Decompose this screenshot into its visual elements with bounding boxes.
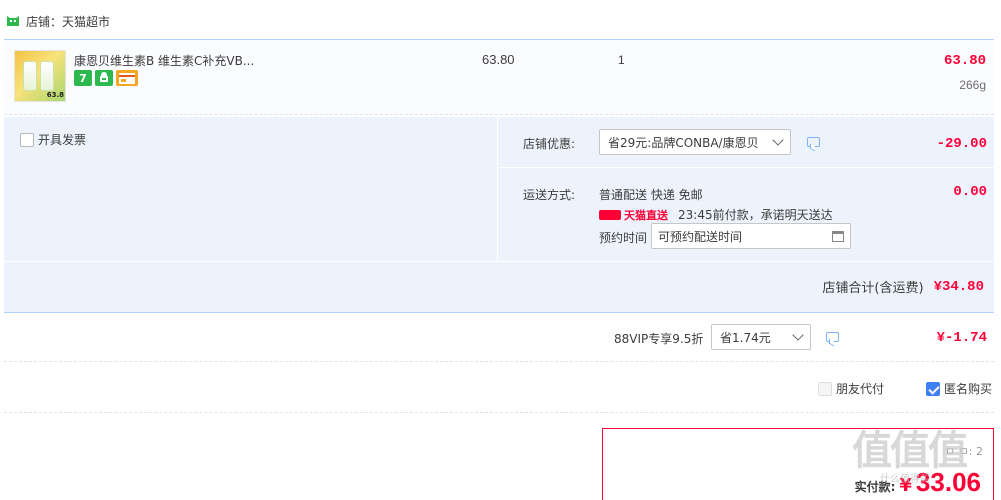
anonymous-checkbox[interactable] (926, 381, 940, 396)
shop-total-amount: ¥34.80 (933, 278, 984, 295)
unit-price: 63.80 (482, 52, 515, 67)
chevron-down-icon (792, 329, 804, 341)
shop-header: 店铺：天猫超市 (6, 12, 110, 30)
item-weight: 266g (959, 78, 986, 92)
invoice-section: 开具发票 (4, 117, 498, 261)
reserve-time-label: 预约时间 (599, 231, 648, 245)
invoice-label: 开具发票 (38, 133, 87, 147)
vip-discount-value: 省1.74元 (720, 330, 771, 345)
invoice-checkbox[interactable] (20, 132, 34, 147)
delivery-promise: 23:45前付款，承诺明天送达 (678, 208, 833, 222)
anonymous-toggle[interactable]: 匿名购买 (926, 380, 992, 397)
cart-item-row: 63.8 康恩贝维生素B 维生素C补充VB... 7 63.80 1 63.80… (4, 39, 994, 115)
reserve-time-placeholder: 可预约配送时间 (658, 229, 743, 244)
order-options-panel: 开具发票 店铺优惠: 省29元:品牌CONBA/康恩贝 -29.00 运送方式:… (4, 117, 994, 313)
android-icon[interactable] (95, 70, 113, 86)
product-thumbnail[interactable]: 63.8 (14, 50, 66, 102)
card-icon[interactable] (116, 70, 138, 86)
delivery-amount: 0.00 (953, 184, 987, 200)
shop-name[interactable]: 店铺：天猫超市 (26, 13, 110, 30)
invoice-toggle[interactable]: 开具发票 (20, 131, 86, 148)
shop-total-row: 店铺合计(含运费) ¥34.80 (822, 277, 984, 297)
message-icon[interactable] (807, 137, 820, 147)
shop-total-label: 店铺合计(含运费) (822, 281, 924, 296)
shop-discount-label: 店铺优惠: (523, 137, 576, 151)
quantity: 1 (618, 53, 625, 67)
line-total: 63.80 (943, 53, 986, 69)
truck-icon (599, 209, 621, 220)
vip-discount-select[interactable]: 省1.74元 (711, 324, 811, 350)
delivery-promise-row: 天猫直送 23:45前付款，承诺明天送达 (599, 206, 833, 223)
service-badges: 7 (74, 70, 138, 86)
shop-discount-amount: -29.00 (936, 136, 987, 152)
purchase-options-row: 朋友代付 匿名购买 (4, 363, 994, 413)
thumbnail-price: 63.8 (46, 91, 64, 99)
delivery-method: 普通配送 快递 免邮 (599, 188, 703, 202)
divider (4, 261, 994, 262)
friend-pay-label: 朋友代付 (836, 382, 885, 396)
tmall-direct-badge: 天猫直送 (599, 207, 668, 223)
shop-discount-select[interactable]: 省29元:品牌CONBA/康恩贝 (599, 129, 791, 155)
calendar-icon[interactable] (832, 230, 844, 242)
watermark-subtitle: 什么值得买 (880, 474, 930, 485)
shop-discount-value: 省29元:品牌CONBA/康恩贝 (608, 135, 759, 150)
watermark-logo: 值值值 (852, 428, 968, 474)
seven-day-return-icon[interactable]: 7 (74, 70, 92, 86)
message-icon[interactable] (826, 332, 839, 342)
vip-discount-row: 88VIP专享9.5折 省1.74元 ¥-1.74 (4, 314, 994, 362)
divider (498, 167, 994, 168)
delivery-label: 运送方式: (523, 188, 576, 202)
anonymous-label: 匿名购买 (944, 382, 993, 396)
tmall-cat-icon (7, 16, 19, 26)
chevron-down-icon (772, 134, 784, 146)
reserve-time-input[interactable]: 可预约配送时间 (651, 223, 851, 249)
friend-pay-toggle[interactable]: 朋友代付 (818, 380, 884, 397)
vip-label: 88VIP专享9.5折 (614, 332, 704, 346)
vip-discount-amount: ¥-1.74 (936, 330, 987, 346)
friend-pay-checkbox[interactable] (818, 381, 832, 396)
product-title[interactable]: 康恩贝维生素B 维生素C补充VB... (74, 52, 254, 69)
